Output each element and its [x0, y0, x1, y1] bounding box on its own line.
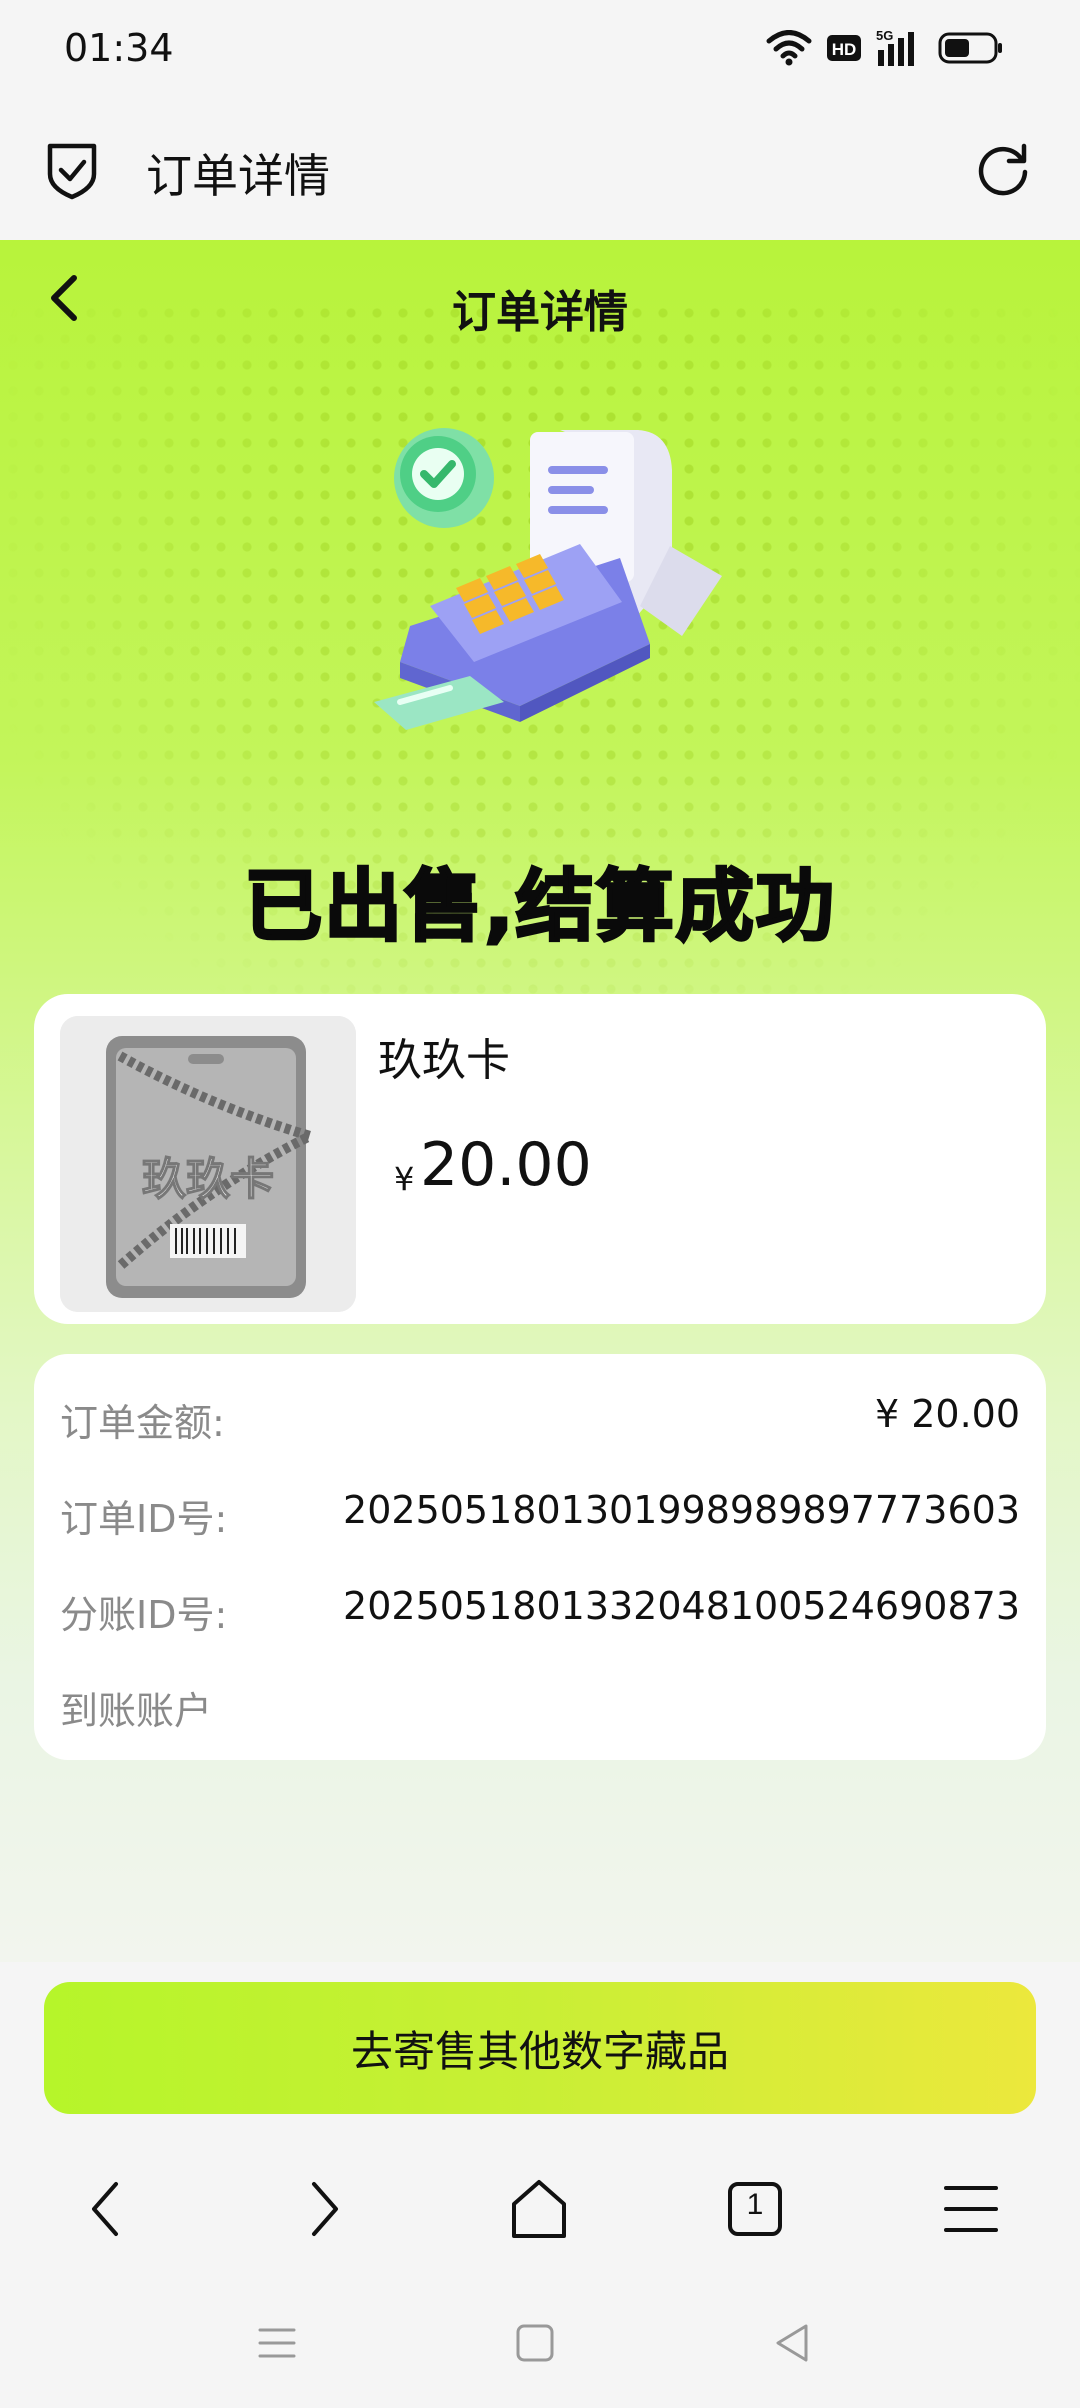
consign-other-collectibles-button[interactable]: 去寄售其他数字藏品 — [44, 1982, 1036, 2114]
status-bar: 01:34 HD 5G — [0, 0, 1080, 100]
svg-text:5G: 5G — [876, 28, 893, 43]
tab-count: 1 — [746, 2188, 764, 2221]
home-icon[interactable] — [504, 2174, 574, 2244]
payment-terminal-illustration — [374, 428, 722, 730]
shield-check-icon[interactable] — [44, 140, 100, 200]
order-info-card: 订单金额: ¥ 20.00 订单ID号: 2025051801301998989… — [34, 1354, 1046, 1760]
page-title: 订单详情 — [452, 287, 628, 338]
success-message: 已出售,结算成功 — [243, 861, 836, 954]
order-id-label: 订单ID号: — [60, 1497, 228, 1541]
order-id-value: 2025051801301998989897773603 — [343, 1488, 1020, 1532]
hd-icon: HD — [827, 35, 861, 61]
receiving-account-label: 到账账户 — [60, 1689, 213, 1733]
back-arrow-icon[interactable] — [72, 2174, 142, 2244]
browser-page-title: 订单详情 — [146, 149, 330, 203]
back-triangle-icon[interactable] — [768, 2318, 818, 2368]
home-square-icon[interactable] — [510, 2318, 560, 2368]
recents-icon[interactable] — [252, 2318, 302, 2368]
svg-text:HD: HD — [832, 40, 857, 59]
receiving-account-row: 到账账户 — [60, 1680, 1020, 1733]
split-id-label: 分账ID号: — [60, 1593, 228, 1637]
split-id-value: 2025051801332048100524690873 — [343, 1584, 1020, 1628]
order-id-row: 订单ID号: 2025051801301998989897773603 — [60, 1488, 1020, 1541]
system-nav-bar — [0, 2292, 1080, 2408]
card-product-image: 玖玖卡 — [60, 1016, 356, 1312]
order-detail-content: 订单详情 已出售,结算成功 玖玖卡 玖玖卡 ¥ 20.00 订单金额: ¥ 20… — [0, 240, 1080, 1962]
order-amount-value: ¥ 20.00 — [874, 1392, 1020, 1436]
status-icons: HD 5G — [766, 26, 1004, 70]
svg-text:玖玖卡: 玖玖卡 — [142, 1154, 274, 1205]
price-currency-symbol: ¥ — [394, 1160, 415, 1198]
product-image: 玖玖卡 — [60, 1016, 356, 1312]
product-price: 20.00 — [420, 1130, 592, 1200]
split-id-row: 分账ID号: 2025051801332048100524690873 — [60, 1584, 1020, 1637]
status-time: 01:34 — [64, 26, 174, 70]
5g-signal-icon: 5G — [876, 28, 914, 66]
menu-icon[interactable] — [936, 2174, 1006, 2244]
browser-bottom-nav: 1 — [0, 2122, 1080, 2292]
order-amount-label: 订单金额: — [60, 1401, 225, 1445]
tabs-button[interactable]: 1 — [720, 2174, 790, 2244]
product-name: 玖玖卡 — [378, 1035, 510, 1086]
cta-bar: 去寄售其他数字藏品 — [0, 1962, 1080, 2122]
battery-icon — [938, 32, 1002, 64]
forward-arrow-icon[interactable] — [288, 2174, 358, 2244]
browser-header: 订单详情 — [0, 100, 1080, 240]
order-amount-row: 订单金额: ¥ 20.00 — [60, 1392, 1020, 1445]
refresh-icon[interactable] — [974, 140, 1032, 198]
wifi-icon — [766, 30, 812, 66]
product-card[interactable]: 玖玖卡 玖玖卡 ¥ 20.00 — [34, 994, 1046, 1324]
